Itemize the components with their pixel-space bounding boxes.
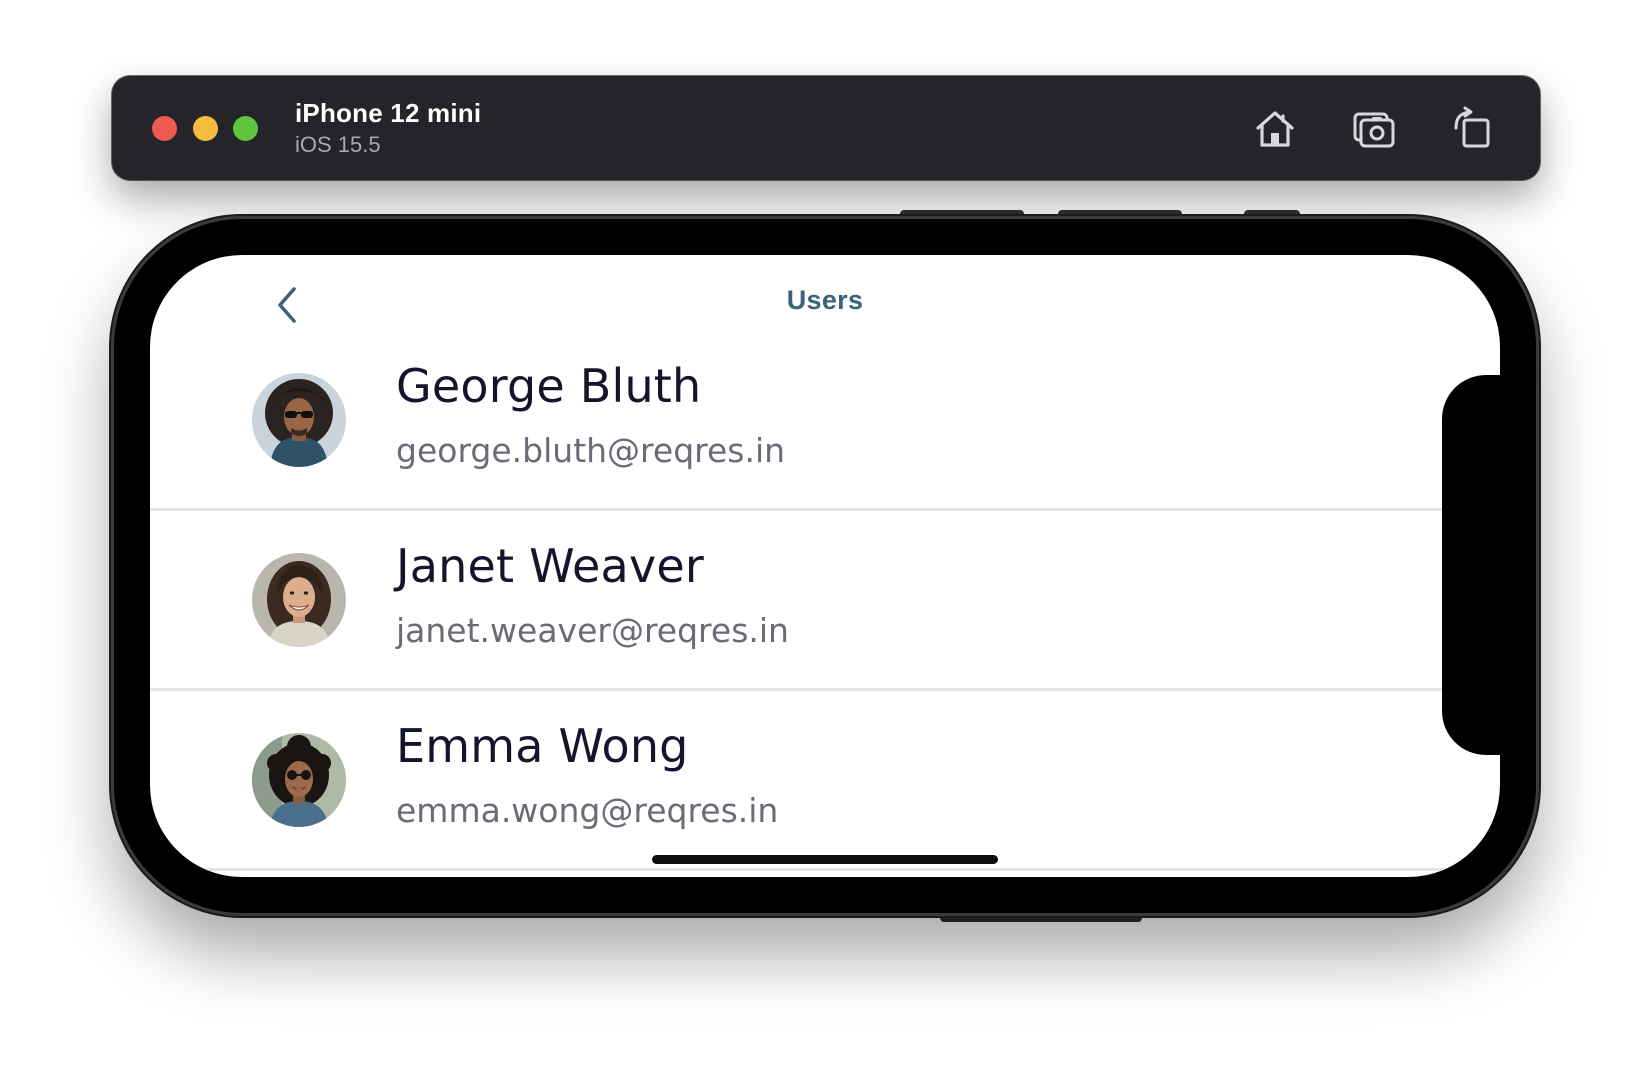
user-email: emma.wong@reqres.in	[396, 791, 779, 830]
device-name: iPhone 12 mini	[295, 98, 482, 128]
avatar-george-image	[252, 373, 346, 467]
screenshot-button[interactable]	[1351, 106, 1397, 152]
user-row[interactable]: Janet Weaver janet.weaver@reqres.in	[150, 511, 1500, 691]
minimize-window-button[interactable]	[193, 116, 218, 141]
user-name: Emma Wong	[396, 719, 689, 773]
rotate-button[interactable]	[1448, 106, 1494, 152]
user-name: Janet Weaver	[396, 539, 704, 593]
home-button[interactable]	[1252, 106, 1298, 152]
iphone-frame: Users George Bluth george.bluth@reqres.i…	[114, 219, 1536, 913]
user-row[interactable]: Emma Wong emma.wong@reqres.in	[150, 691, 1500, 871]
home-indicator[interactable]	[652, 855, 998, 864]
avatar	[252, 733, 346, 827]
user-name: George Bluth	[396, 359, 702, 413]
device-notch	[1442, 375, 1500, 755]
os-version: iOS 15.5	[295, 132, 381, 157]
zoom-window-button[interactable]	[233, 116, 258, 141]
screenshot-icon	[1353, 112, 1395, 148]
avatar-janet-image	[252, 553, 346, 647]
avatar-emma-image	[252, 733, 346, 827]
home-icon	[1256, 111, 1294, 147]
close-window-button[interactable]	[152, 116, 177, 141]
simulator-titlebar: iPhone 12 mini iOS 15.5	[112, 76, 1540, 180]
avatar	[252, 553, 346, 647]
user-row[interactable]: George Bluth george.bluth@reqres.in	[150, 331, 1500, 511]
user-list: George Bluth george.bluth@reqres.in Jane…	[150, 331, 1500, 871]
app-screen: Users George Bluth george.bluth@reqres.i…	[150, 255, 1500, 877]
user-email: janet.weaver@reqres.in	[396, 611, 789, 650]
avatar	[252, 373, 346, 467]
user-email: george.bluth@reqres.in	[396, 431, 786, 470]
rotate-icon	[1454, 106, 1490, 148]
page-title: Users	[786, 285, 864, 315]
